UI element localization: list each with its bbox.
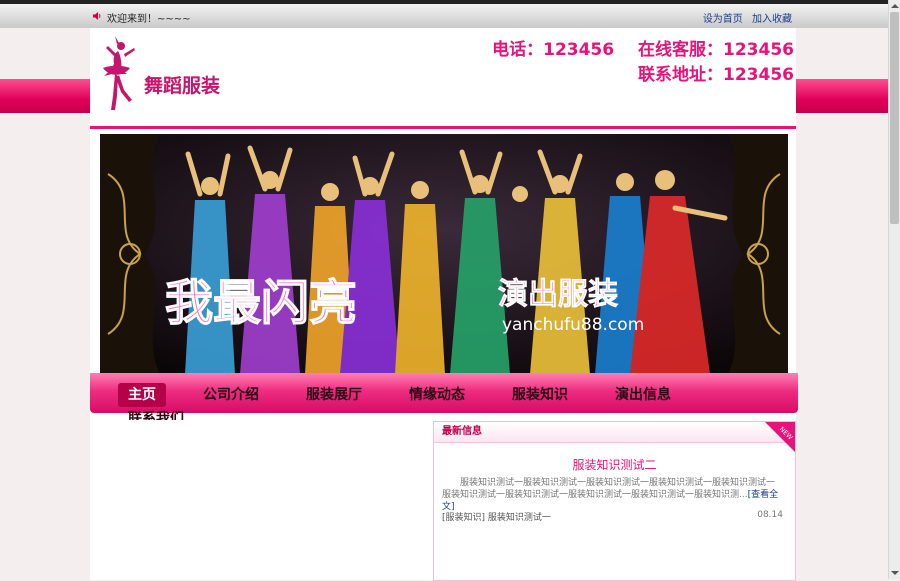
news-item-category: [服装知识]: [442, 513, 486, 523]
main-nav: 主页 公司介绍 服装展厅 情缘动态 服装知识 演出信息 联系我们: [90, 373, 798, 427]
online-service-text: 在线客服：123456: [638, 40, 794, 60]
dancer-logo[interactable]: 舞蹈服装: [94, 34, 264, 120]
nav-item-3[interactable]: 情缘动态: [399, 383, 475, 407]
address-text: 联系地址：123456: [638, 65, 794, 85]
scrollbar-thumb[interactable]: [890, 12, 899, 224]
hero-banner[interactable]: 我最闪亮 演出服装 yanchufu88.com: [100, 134, 788, 374]
logo-text: 舞蹈服装: [144, 74, 220, 97]
site-header: 舞蹈服装 电话：123456 在线客服：123456 联系地址：123456: [90, 28, 796, 129]
news-item-date: 08.14: [757, 510, 783, 520]
right-pink-stripe: [796, 79, 888, 113]
top-links: 设为首页 加入收藏: [697, 10, 792, 25]
featured-news-summary: 服装知识测试一服装知识测试一服装知识测试一服装知识测试一服装知识测试一服装知识测…: [434, 473, 795, 513]
vertical-scrollbar[interactable]: [888, 0, 900, 579]
news-list-item[interactable]: [服装知识] 服装知识测试一 08.14: [442, 510, 783, 523]
summary-text: 服装知识测试一服装知识测试一服装知识测试一服装知识测试一服装知识测试一服装知识测…: [442, 478, 776, 500]
page-container: 舞蹈服装 电话：123456 在线客服：123456 联系地址：123456 我…: [90, 28, 798, 581]
scroll-down-icon[interactable]: [891, 571, 899, 575]
banner-headline: 我最闪亮: [165, 275, 357, 331]
left-pink-stripe: [0, 79, 90, 113]
nav-item-4[interactable]: 服装知识: [502, 383, 578, 407]
new-ribbon-icon: NEW: [765, 422, 795, 452]
content-area: 最新信息 NEW 服装知识测试二 服装知识测试一服装知识测试一服装知识测试一服装…: [90, 420, 796, 581]
set-home-link[interactable]: 设为首页: [703, 14, 743, 25]
top-toolbar: 欢迎来到！~~~~ 设为首页 加入收藏: [0, 0, 888, 28]
nav-item-5[interactable]: 演出信息: [605, 383, 681, 407]
add-favorite-link[interactable]: 加入收藏: [752, 14, 792, 25]
latest-news-panel: 最新信息 NEW 服装知识测试二 服装知识测试一服装知识测试一服装知识测试一服装…: [433, 421, 796, 581]
welcome-text: 欢迎来到！~~~~: [107, 14, 191, 25]
top-toolbar-inner: 欢迎来到！~~~~ 设为首页 加入收藏: [90, 4, 796, 28]
nav-item-1[interactable]: 公司介绍: [193, 383, 269, 407]
nav-item-0[interactable]: 主页: [118, 383, 166, 407]
banner-url: yanchufu88.com: [502, 315, 644, 335]
phone-text: 电话：123456: [492, 40, 615, 60]
contact-row-1: 电话：123456 在线客服：123456: [474, 38, 794, 63]
banner-subheadline: 演出服装: [498, 277, 618, 312]
featured-news-title[interactable]: 服装知识测试二: [434, 456, 795, 473]
contact-info: 电话：123456 在线客服：123456 联系地址：123456: [474, 38, 794, 88]
scroll-up-icon[interactable]: [891, 4, 899, 8]
nav-item-2[interactable]: 服装展厅: [296, 383, 372, 407]
latest-news-heading: 最新信息: [434, 422, 795, 443]
contact-row-2: 联系地址：123456: [474, 63, 794, 88]
news-item-title[interactable]: 服装知识测试一: [488, 513, 551, 523]
speaker-icon: [93, 12, 101, 20]
